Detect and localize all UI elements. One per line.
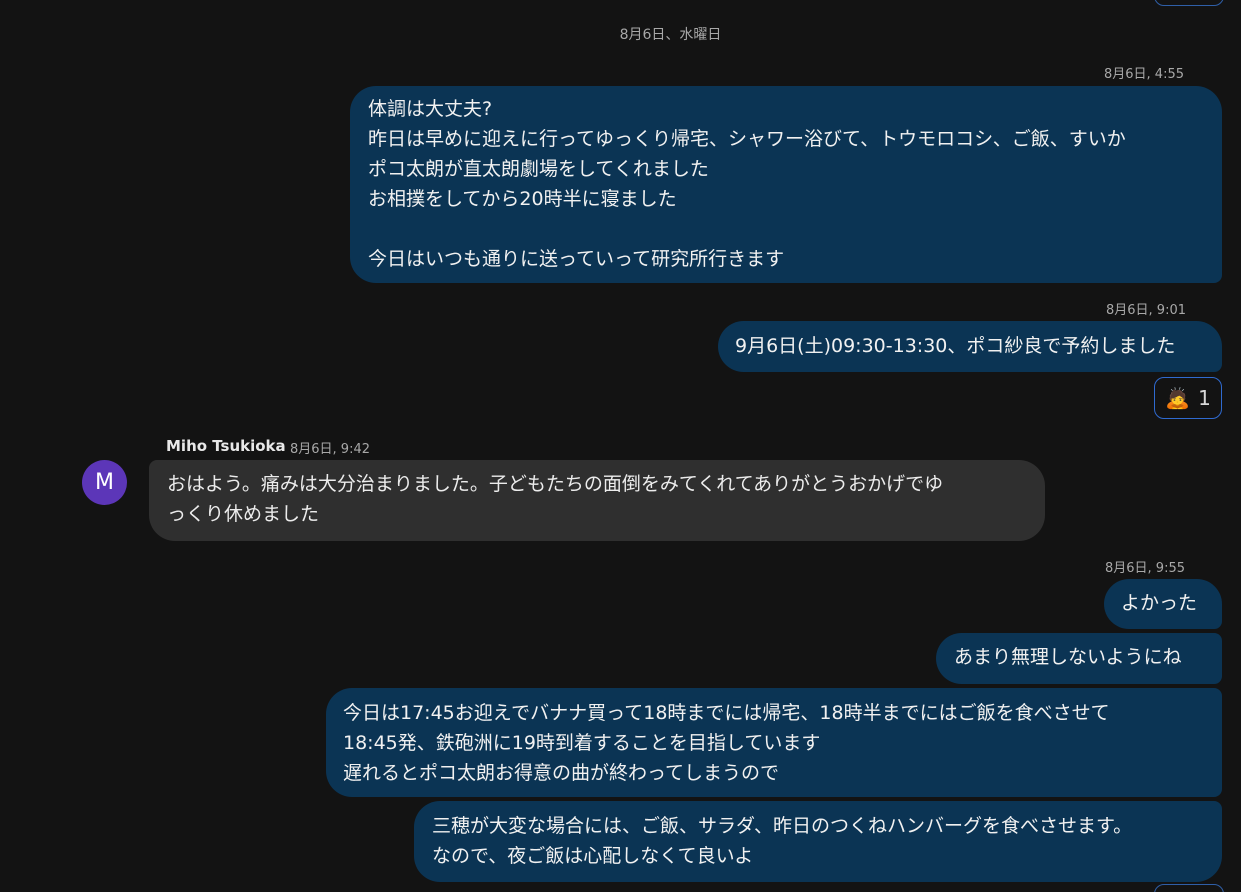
message-line: 今日は17:45お迎えでバナナ買って18時までには帰宅、18時半までにはご飯を食… [343,702,1110,724]
outgoing-message-bubble[interactable]: 今日は17:45お迎えでバナナ買って18時までには帰宅、18時半までにはご飯を食… [326,688,1222,797]
message-line [368,214,1222,244]
date-divider: 8月6日、水曜日 [619,27,722,43]
reaction-chip[interactable]: 🙇 1 [1154,377,1222,419]
reaction-count: 1 [1198,386,1211,410]
message-line: 三穂が大変な場合には、ご飯、サラダ、昨日のつくねハンバーグを食べさせます。 [432,815,1133,837]
sender-name: Miho Tsukioka [166,437,286,455]
bowing-emoji-icon: 🙇 [1165,386,1191,410]
reaction-chip-partial[interactable] [1154,0,1224,6]
message-line: 体調は大丈夫? [368,98,493,120]
reaction-chip-partial[interactable] [1154,884,1224,892]
message-timestamp: 8月6日, 9:55 [1105,561,1185,576]
message-line: よかった [1121,592,1198,614]
message-line: おはよう。痛みは大分治まりました。子どもたちの面倒をみてくれてありがとうおかげで… [167,473,944,495]
message-line: 18:45発、鉄砲洲に19時到着することを目指しています [343,732,821,754]
message-line: あまり無理しないようにね [954,646,1182,668]
message-line: お相撲をしてから20時半に寝ました [368,188,677,210]
message-line: 昨日は早めに迎えに行ってゆっくり帰宅、シャワー浴びて、トウモロコシ、ご飯、すいか [368,128,1126,150]
outgoing-message-bubble[interactable]: 9月6日(土)09:30-13:30、ポコ紗良で予約しました [718,321,1222,372]
message-line: 遅れるとポコ太朗お得意の曲が終わってしまうので [343,762,780,784]
message-line: 今日はいつも通りに送っていって研究所行きます [368,248,785,270]
message-timestamp: 8月6日, 9:01 [1106,303,1186,318]
incoming-message-bubble[interactable]: おはよう。痛みは大分治まりました。子どもたちの面倒をみてくれてありがとうおかげで… [149,460,1045,541]
message-line: っくり休めました [167,503,320,525]
message-line: なので、夜ご飯は心配しなくて良いよ [432,845,754,867]
outgoing-message-bubble[interactable]: よかった [1104,579,1222,629]
avatar[interactable]: M [82,460,127,505]
message-line: ポコ太朗が直太朗劇場をしてくれました [368,158,709,180]
chat-thread: 8月6日、水曜日 8月6日, 4:55 体調は大丈夫? 昨日は早めに迎えに行って… [0,0,1241,892]
outgoing-message-bubble[interactable]: 体調は大丈夫? 昨日は早めに迎えに行ってゆっくり帰宅、シャワー浴びて、トウモロコ… [350,86,1222,283]
message-timestamp: 8月6日, 9:42 [290,442,370,457]
outgoing-message-bubble[interactable]: あまり無理しないようにね [936,633,1222,684]
message-line: 9月6日(土)09:30-13:30、ポコ紗良で予約しました [735,335,1176,357]
message-timestamp: 8月6日, 4:55 [1104,67,1184,82]
outgoing-message-bubble[interactable]: 三穂が大変な場合には、ご飯、サラダ、昨日のつくねハンバーグを食べさせます。 なの… [414,801,1222,882]
